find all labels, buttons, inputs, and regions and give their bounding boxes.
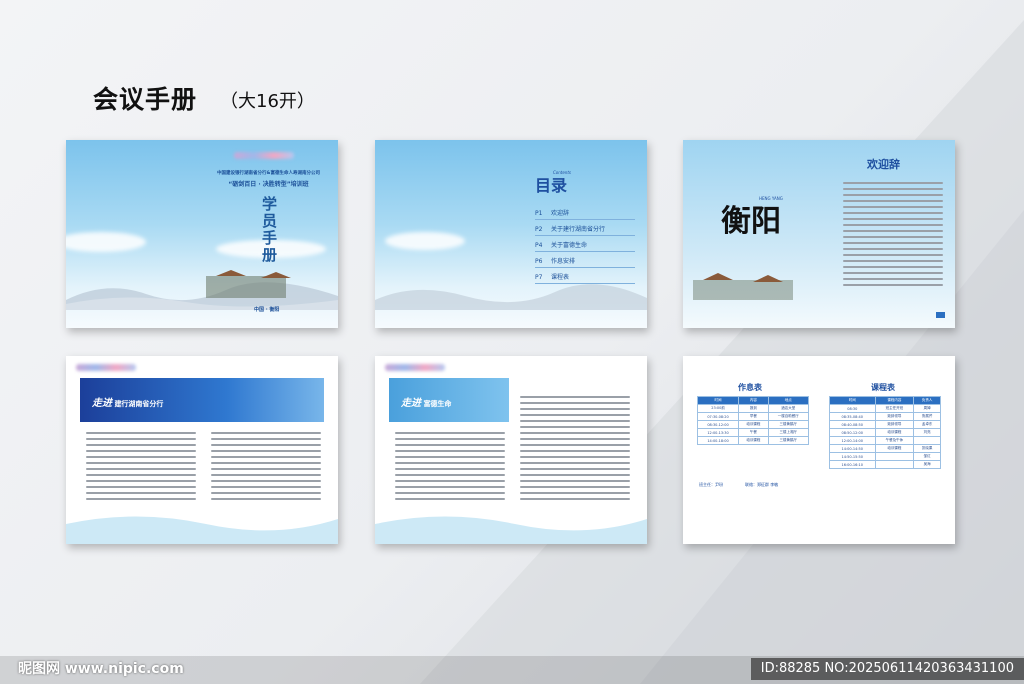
toc-title: 目录 xyxy=(535,176,568,195)
calligraphy-en: HENG YANG xyxy=(759,196,783,201)
page-number xyxy=(936,312,945,318)
welcome-title: 欢迎辞 xyxy=(867,158,900,171)
toc-item-label: 欢迎辞 xyxy=(551,210,570,217)
schedule-footer-left: 班主任：尹玢 xyxy=(699,482,723,487)
body-text-left xyxy=(395,432,505,504)
cloud xyxy=(385,232,465,250)
calligraphy-hengyang: 衡阳 xyxy=(721,204,781,239)
watermark-id: ID:88285 NO:20250611420363431100 xyxy=(750,658,1024,680)
bank-spread-page[interactable]: 走进 建行湖南省分行 xyxy=(66,356,338,544)
watermark-site: 昵图网 www.nipic.com xyxy=(18,661,184,677)
toc-item[interactable]: P2 关于建行湖南省分行 xyxy=(535,224,635,236)
chapter-banner: 走进 建行湖南省分行 xyxy=(80,378,324,422)
toc-item-label: 关于富德生命 xyxy=(551,242,588,249)
body-text-right xyxy=(211,432,321,504)
banner-text: 走进 建行湖南省分行 xyxy=(92,398,164,409)
toc-item[interactable]: P6 作息安排 xyxy=(535,256,635,268)
toc-item-page: P4 xyxy=(535,242,543,249)
schedule-page[interactable]: 作息表 时间 内容 地点 23:00前 报到 酒店大堂 07:30-08:20 早餐 一楼自… xyxy=(683,356,955,544)
toc-page[interactable]: 目录 Contents P1 欢迎辞 P2 关于建行湖南省分行 P4 关于富德生命 P… xyxy=(375,140,647,328)
schedule-title: 作息表 xyxy=(738,383,762,392)
page-title: 会议手册 xyxy=(93,85,198,114)
cover-footer: 中国 · 衡阳 xyxy=(254,307,280,313)
cover-program: “砺剑百日 · 决胜转型”培训班 xyxy=(228,181,309,188)
blurred-logo xyxy=(385,364,445,371)
mountains-illustration xyxy=(66,270,338,310)
schedule-table: 时间 内容 地点 23:00前 报到 酒店大堂 07:30-08:20 早餐 一楼自助餐厅 … xyxy=(696,396,810,445)
blurred-logo xyxy=(234,152,294,159)
cover-handbook-title: 学员手册 xyxy=(260,196,278,264)
toc-item-page: P2 xyxy=(535,226,543,233)
mountains-illustration xyxy=(693,273,793,300)
chapter-banner: 走进 富德生命 xyxy=(389,378,509,422)
toc-title-en: Contents xyxy=(553,170,571,175)
courses-title: 课程表 xyxy=(871,383,895,392)
body-text-right xyxy=(520,396,630,504)
toc-item[interactable]: P4 关于富德生命 xyxy=(535,240,635,252)
welcome-page[interactable]: 欢迎辞 衡阳 HENG YANG xyxy=(683,140,955,328)
cover-page[interactable]: 中国建设银行湖南省分行&富德生命人寿湖南分公司 “砺剑百日 · 决胜转型”培训班… xyxy=(66,140,338,328)
funde-spread-page[interactable]: 走进 富德生命 xyxy=(375,356,647,544)
blurred-logo xyxy=(76,364,136,371)
wave-decoration xyxy=(375,516,647,544)
body-text-left xyxy=(86,432,196,504)
toc-item-page: P6 xyxy=(535,258,543,265)
wave-decoration xyxy=(66,516,338,544)
courses-table: 时间 课程内容 负责人 08:30 班主任开班 周婵 08:35-08:40 致辞领导 鲁展… xyxy=(829,396,941,469)
toc-item-page: P1 xyxy=(535,210,543,217)
toc-item-label: 作息安排 xyxy=(551,258,576,265)
schedule-footer-right: 联络：郑征群 李敏 xyxy=(745,482,779,487)
cover-org-line: 中国建设银行湖南省分行&富德生命人寿湖南分公司 xyxy=(217,171,320,176)
toc-item[interactable]: P1 欢迎辞 xyxy=(535,208,635,220)
page-subtitle: （大16开） xyxy=(220,91,315,112)
toc-item-label: 关于建行湖南省分行 xyxy=(551,226,606,233)
mountains-illustration xyxy=(375,284,647,310)
banner-text: 走进 富德生命 xyxy=(401,398,452,409)
